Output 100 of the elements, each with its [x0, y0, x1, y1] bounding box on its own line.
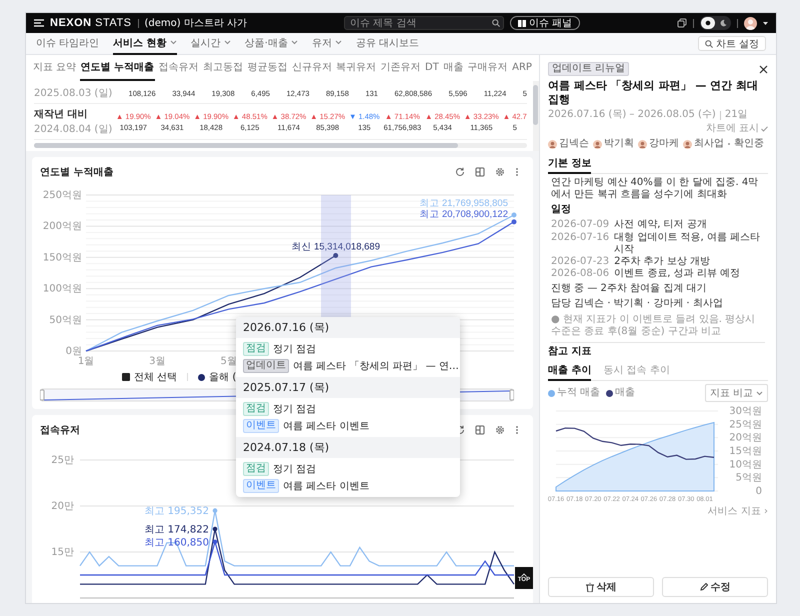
peak-marker	[212, 526, 218, 532]
layout-icon[interactable]	[475, 425, 485, 435]
theme-toggle-button[interactable]	[701, 17, 715, 29]
metric-tab[interactable]: ARP	[511, 55, 533, 81]
menu-icon[interactable]	[34, 19, 44, 27]
refresh-icon[interactable]	[455, 167, 465, 177]
metric-tab[interactable]: 최고동접	[202, 55, 244, 81]
event-tag: 이벤트	[243, 419, 279, 433]
peak-label: 최고 160,850	[144, 537, 210, 548]
metric-tab[interactable]: DT	[424, 55, 440, 81]
chart-tab[interactable]: 매출 추이	[548, 363, 592, 382]
axis-label: 5억원	[736, 473, 762, 484]
metric-tab[interactable]: 복귀유저	[335, 55, 378, 81]
axis-label: 25억원	[729, 420, 762, 431]
caret-down-icon	[763, 22, 768, 24]
row-label: 재작년 대비	[34, 108, 88, 121]
event-title: 정기 점검	[273, 343, 316, 356]
point-label: 최고 21,769,958,805	[419, 198, 508, 209]
show-on-chart-toggle[interactable]: 차트에 표시	[706, 123, 768, 136]
caret-up-icon	[521, 573, 527, 577]
service-metrics-link[interactable]: 서비스 지표 ›	[708, 506, 768, 519]
delete-button[interactable]: 삭제	[548, 577, 654, 597]
metric-tab[interactable]: 접속유저	[158, 55, 200, 81]
person-icon	[593, 140, 602, 149]
chart-settings-button[interactable]: 차트 설정	[698, 36, 766, 51]
settings-icon[interactable]	[495, 425, 505, 435]
axis-label: 50억원	[49, 314, 82, 326]
person-name: 강마케	[649, 138, 679, 151]
tooltip-date: 2024.07.18 (목)	[236, 437, 460, 458]
section-title: 참고 지표	[548, 346, 592, 358]
schedule-date: 2026-08-06	[551, 268, 610, 280]
checkbox[interactable]	[122, 373, 130, 381]
scrollbar-thumb[interactable]	[533, 85, 538, 125]
schedule-date: 2026-07-16	[551, 232, 610, 244]
event-title: 정기 점검	[273, 463, 316, 476]
more-icon[interactable]	[515, 167, 519, 177]
trash-icon	[586, 582, 594, 592]
pencil-icon	[700, 583, 708, 591]
point-marker	[333, 253, 338, 258]
note-text: ● 현재 지표가 이 이벤트로 들려 있음. 평상시 수준은 종료 후(8월 중순) 구간과 비교	[551, 314, 765, 343]
compare-dropdown[interactable]: 지표 비교	[704, 384, 768, 402]
axis-label: 10억원	[729, 460, 762, 471]
schedule-text: 대형 업데이트 적용, 여름 페스타 시작	[614, 232, 762, 256]
nav-item[interactable]: 실시간	[190, 32, 231, 54]
settings-icon[interactable]	[495, 167, 505, 177]
nav-item[interactable]: 공유 대시보드	[356, 32, 420, 54]
schedule-date: 2026-07-23	[551, 256, 610, 268]
nav-item[interactable]: 상품·매출	[244, 32, 298, 54]
axis-label: 200억원	[42, 221, 82, 232]
person-icon	[548, 140, 557, 149]
axis-label: 100억원	[42, 284, 82, 295]
issue-panel-button[interactable]: 이슈 패널	[510, 16, 580, 30]
sun-icon	[704, 19, 712, 27]
close-icon[interactable]	[759, 64, 768, 74]
event-title: 여름 페스타 「창세의 파편」 — 연간 최대 집행	[548, 79, 759, 106]
axis-label: 5월	[220, 356, 237, 367]
event-tag: 점검	[243, 462, 269, 476]
status-text: 확인중	[734, 138, 764, 151]
axis-label: 15만	[51, 547, 74, 558]
peak-marker	[212, 540, 218, 544]
legend-label[interactable]: 올해 (	[209, 370, 236, 384]
more-icon[interactable]	[515, 425, 519, 435]
nav-item[interactable]: 유저	[312, 32, 342, 54]
legend-label: 누적 매출	[557, 387, 600, 400]
chart-title: 연도별 누적매출	[40, 166, 114, 179]
detail-tab[interactable]: 기본 정보	[548, 156, 592, 174]
metric-tab[interactable]: 기존유저	[380, 55, 422, 81]
metric-tab[interactable]: 신규유저	[290, 55, 333, 81]
axis-label: 25만	[51, 455, 74, 466]
event-title: 여름 페스타 이벤트	[283, 420, 370, 433]
avatar[interactable]	[744, 16, 757, 30]
edit-button[interactable]: 수정	[662, 577, 768, 597]
axis-label: 3월	[149, 356, 166, 367]
event-title: 여름 페스타 이벤트	[283, 480, 370, 493]
chart-search-icon	[704, 40, 713, 48]
legend-label: 매출	[615, 387, 636, 400]
chart-tab[interactable]: 동시 접속 추이	[603, 363, 670, 382]
tooltip-date: 2026.07.16 (목)	[236, 317, 460, 338]
metric-tab[interactable]: 지표 요약	[32, 55, 78, 81]
person-name: 김넥슨	[559, 138, 589, 151]
schedule-date: 2026-07-09	[551, 219, 610, 232]
nav-item[interactable]: 이슈 타임라인	[36, 32, 100, 54]
metric-tab[interactable]: 구매유저	[466, 55, 509, 81]
project-name: (demo) 마스트라 사가	[144, 17, 248, 30]
person-icon	[683, 140, 692, 149]
search-field[interactable]: 이슈 제목 검색	[344, 16, 504, 30]
horizontal-scrollbar[interactable]	[34, 143, 527, 148]
point-label: 최고 20,708,900,122	[419, 208, 508, 220]
axis-label: 0	[756, 486, 762, 498]
event-title: 정기 점검	[273, 403, 316, 416]
metric-tab[interactable]: 매출	[442, 55, 464, 81]
legend-label[interactable]: 전체 선택	[134, 370, 178, 384]
metric-tab[interactable]: 평균동접	[246, 55, 288, 81]
panel-icon	[518, 20, 526, 26]
chart-title: 접속유저	[40, 424, 80, 437]
axis-label: 1월	[78, 356, 94, 367]
copy-icon[interactable]	[677, 18, 687, 28]
person-name: 박기획	[604, 138, 634, 151]
schedule-text: 사전 예약, 티저 공개	[614, 219, 707, 232]
layout-icon[interactable]	[475, 167, 485, 177]
